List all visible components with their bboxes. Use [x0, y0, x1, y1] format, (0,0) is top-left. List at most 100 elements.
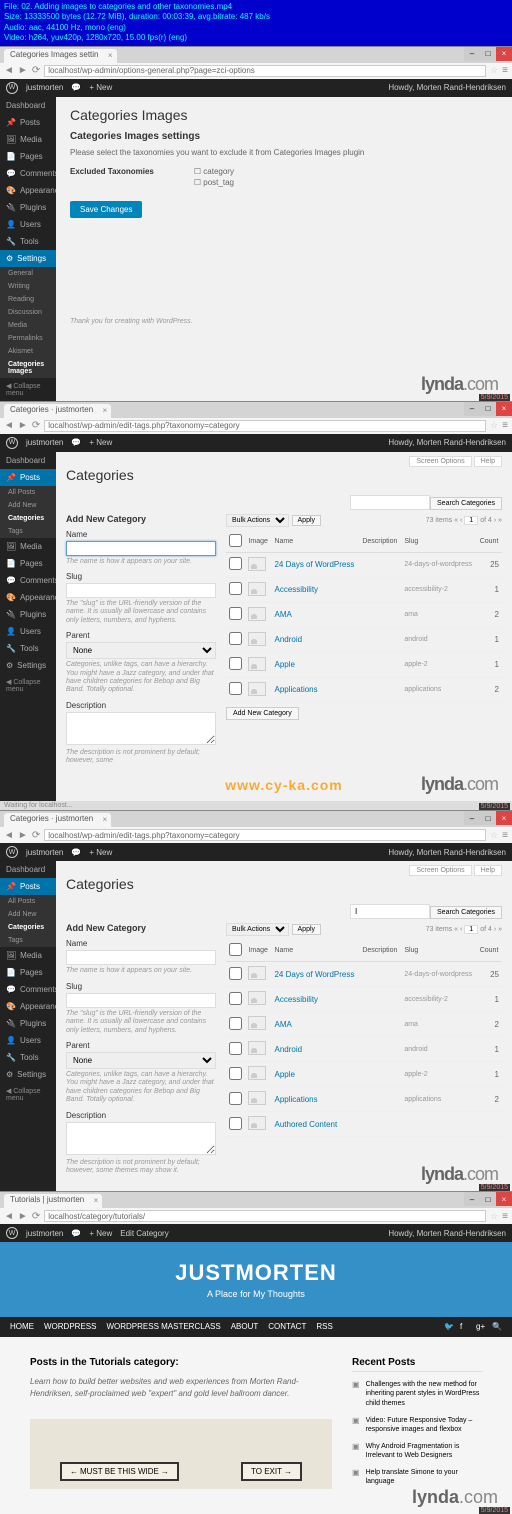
row-checkbox[interactable] — [229, 632, 242, 645]
search-input[interactable] — [350, 495, 430, 510]
collapse-menu[interactable]: ◀ Collapse menu — [0, 674, 56, 697]
select-all-checkbox[interactable] — [229, 943, 242, 956]
sidebar-plugins[interactable]: 🔌 Plugins — [0, 606, 56, 623]
close-button[interactable]: × — [496, 1192, 512, 1206]
google-icon[interactable]: g+ — [476, 1322, 486, 1332]
wp-logo-icon[interactable]: W — [6, 437, 18, 449]
site-name[interactable]: justmorten — [26, 848, 63, 857]
nav-masterclass[interactable]: WORDPRESS MASTERCLASS — [106, 1322, 220, 1332]
sub-categories[interactable]: Categories — [0, 921, 56, 934]
sidebar-media[interactable]: 🖼 Media — [0, 538, 56, 555]
sidebar-plugins[interactable]: 🔌 Plugins — [0, 1015, 56, 1032]
screen-options-tab[interactable]: Screen Options — [409, 865, 471, 876]
table-row[interactable]: 24 Days of WordPress24-days-of-wordpress… — [226, 962, 502, 987]
row-checkbox[interactable] — [229, 1017, 242, 1030]
maximize-button[interactable]: □ — [480, 402, 496, 416]
recent-post-item[interactable]: ▣Help translate Simone to your language — [352, 1468, 482, 1486]
browser-tab[interactable]: Categories Images settin× — [4, 49, 117, 63]
sub-media[interactable]: Media — [0, 319, 56, 332]
row-checkbox[interactable] — [229, 682, 242, 695]
sidebar-settings[interactable]: ⚙ Settings — [0, 250, 56, 267]
wp-logo-icon[interactable]: W — [6, 1227, 18, 1239]
sidebar-users[interactable]: 👤 Users — [0, 216, 56, 233]
sidebar-pages[interactable]: 📄 Pages — [0, 555, 56, 572]
sub-add-new[interactable]: Add New — [0, 499, 56, 512]
new-content[interactable]: + New — [89, 83, 112, 92]
browser-tab[interactable]: Tutorials | justmorten× — [4, 1194, 102, 1208]
site-name[interactable]: justmorten — [26, 83, 63, 92]
help-tab[interactable]: Help — [474, 456, 502, 467]
table-row[interactable]: Androidandroid1 — [226, 627, 502, 652]
maximize-button[interactable]: □ — [480, 811, 496, 825]
page-input[interactable] — [464, 925, 478, 934]
menu-icon[interactable]: ≡ — [502, 1211, 508, 1222]
sidebar-users[interactable]: 👤 Users — [0, 1032, 56, 1049]
table-row[interactable]: Applicationsapplications2 — [226, 1087, 502, 1112]
row-checkbox[interactable] — [229, 1117, 242, 1130]
table-row[interactable]: 24 Days of WordPress24-days-of-wordpress… — [226, 552, 502, 577]
collapse-menu[interactable]: ◀ Collapse menu — [0, 1083, 56, 1106]
sub-categories[interactable]: Categories — [0, 512, 56, 525]
sidebar-comments[interactable]: 💬 Comments — [0, 981, 56, 998]
sidebar-settings[interactable]: ⚙ Settings — [0, 1066, 56, 1083]
sidebar-tools[interactable]: 🔧 Tools — [0, 233, 56, 250]
table-row[interactable]: Appleapple-21 — [226, 652, 502, 677]
nav-about[interactable]: ABOUT — [231, 1322, 259, 1332]
back-button[interactable]: ◄ — [4, 1211, 14, 1222]
sub-tags[interactable]: Tags — [0, 525, 56, 538]
slug-input[interactable] — [66, 993, 216, 1008]
sub-permalinks[interactable]: Permalinks — [0, 332, 56, 345]
row-checkbox[interactable] — [229, 657, 242, 670]
name-input[interactable] — [66, 541, 216, 556]
wp-logo-icon[interactable]: W — [6, 82, 18, 94]
row-checkbox[interactable] — [229, 1067, 242, 1080]
forward-button[interactable]: ► — [18, 1211, 28, 1222]
minimize-button[interactable]: – — [464, 811, 480, 825]
sub-add-new[interactable]: Add New — [0, 908, 56, 921]
search-button[interactable]: Search Categories — [430, 497, 502, 510]
minimize-button[interactable]: – — [464, 402, 480, 416]
minimize-button[interactable]: – — [464, 47, 480, 61]
help-tab[interactable]: Help — [474, 865, 502, 876]
comments-icon[interactable]: 💬 — [71, 83, 81, 92]
sidebar-pages[interactable]: 📄 Pages — [0, 964, 56, 981]
sub-reading[interactable]: Reading — [0, 293, 56, 306]
comments-icon[interactable]: 💬 — [71, 848, 81, 857]
sidebar-appearance[interactable]: 🎨 Appearance — [0, 589, 56, 606]
menu-icon[interactable]: ≡ — [502, 65, 508, 76]
sidebar-posts[interactable]: 📌 Posts — [0, 469, 56, 486]
menu-icon[interactable]: ≡ — [502, 420, 508, 431]
sub-tags[interactable]: Tags — [0, 934, 56, 947]
recent-post-item[interactable]: ▣Why Android Fragmentation is Irrelevant… — [352, 1442, 482, 1460]
close-tab-icon[interactable]: × — [108, 51, 113, 60]
minimize-button[interactable]: – — [464, 1192, 480, 1206]
sidebar-plugins[interactable]: 🔌 Plugins — [0, 199, 56, 216]
parent-select[interactable]: None — [66, 1052, 216, 1069]
nav-home[interactable]: HOME — [10, 1322, 34, 1332]
recent-post-item[interactable]: ▣Challenges with the new method for inhe… — [352, 1380, 482, 1407]
row-checkbox[interactable] — [229, 582, 242, 595]
bulk-actions-select[interactable]: Bulk Actions — [226, 923, 289, 936]
sidebar-posts[interactable]: 📌 Posts — [0, 114, 56, 131]
bookmark-icon[interactable]: ☆ — [490, 420, 498, 431]
sidebar-comments[interactable]: 💬 Comments — [0, 165, 56, 182]
reload-button[interactable]: ⟳ — [32, 420, 40, 431]
nav-contact[interactable]: CONTACT — [268, 1322, 306, 1332]
sidebar-dashboard[interactable]: Dashboard — [0, 452, 56, 469]
desc-input[interactable] — [66, 1122, 216, 1155]
row-checkbox[interactable] — [229, 992, 242, 1005]
browser-tab[interactable]: Categories · justmorten× — [4, 404, 111, 418]
search-icon[interactable]: 🔍 — [492, 1322, 502, 1332]
sidebar-appearance[interactable]: 🎨 Appearance — [0, 998, 56, 1015]
sidebar-tools[interactable]: 🔧 Tools — [0, 1049, 56, 1066]
sub-general[interactable]: General — [0, 267, 56, 280]
url-input[interactable] — [44, 420, 486, 432]
reload-button[interactable]: ⟳ — [32, 1211, 40, 1222]
bookmark-icon[interactable]: ☆ — [490, 1211, 498, 1222]
screen-options-tab[interactable]: Screen Options — [409, 456, 471, 467]
sub-akismet[interactable]: Akismet — [0, 345, 56, 358]
parent-select[interactable]: None — [66, 642, 216, 659]
sidebar-comments[interactable]: 💬 Comments — [0, 572, 56, 589]
new-content[interactable]: + New — [89, 438, 112, 447]
user-greeting[interactable]: Howdy, Morten Rand-Hendriksen — [388, 848, 506, 857]
